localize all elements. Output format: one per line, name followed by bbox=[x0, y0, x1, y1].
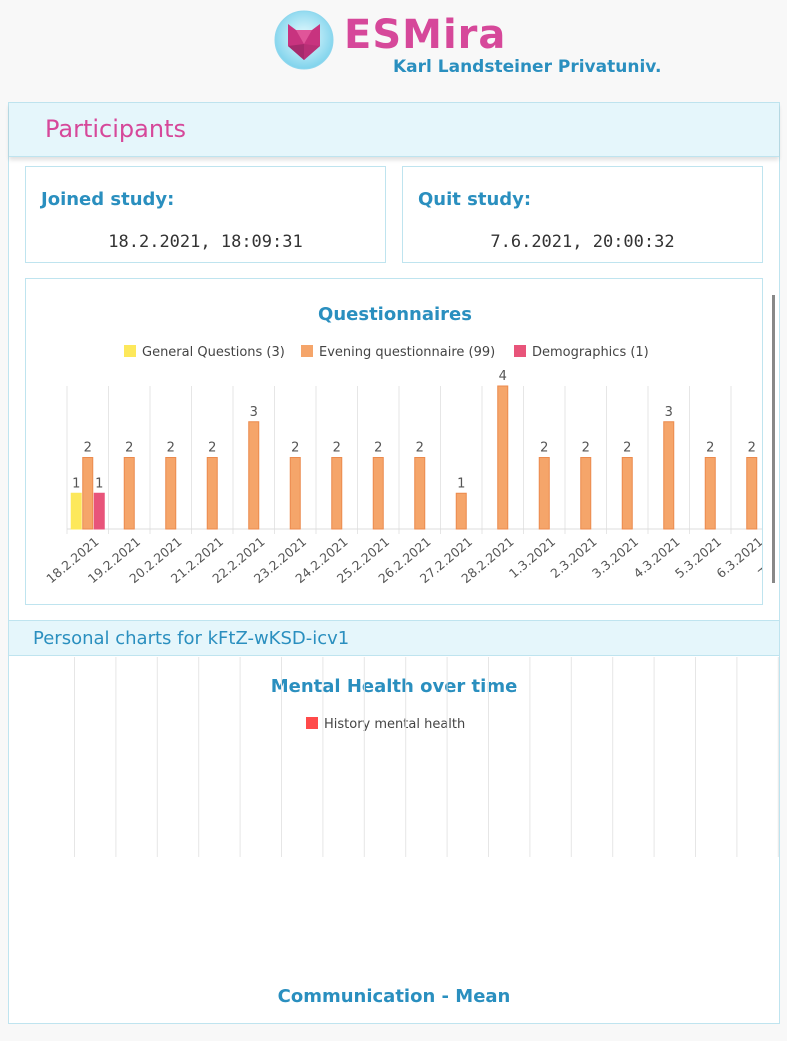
bar-value-label: 2 bbox=[374, 441, 382, 456]
chart-title: Questionnaires bbox=[318, 304, 472, 325]
bar-value-label: 2 bbox=[540, 441, 548, 456]
quit-study-value: 7.6.2021, 20:00:32 bbox=[490, 232, 675, 252]
legend-swatch bbox=[301, 345, 313, 357]
legend-label: Evening questionnaire (99) bbox=[319, 345, 495, 360]
esmira-logo-icon bbox=[274, 10, 334, 70]
mental-health-chart: Mental Health over time History mental he… bbox=[74, 657, 779, 857]
institution-name: Karl Landsteiner Privatuniv. bbox=[393, 57, 662, 77]
bar bbox=[455, 492, 467, 530]
chart-title: Mental Health over time bbox=[271, 676, 518, 697]
questionnaires-chart: Questionnaires General Questions (3) Eveni… bbox=[43, 304, 763, 586]
bar-value-label: 2 bbox=[582, 441, 590, 456]
personal-charts-bar: Personal charts for kFtZ-wKSD-icv1 bbox=[9, 620, 779, 656]
questionnaires-chart-box: Questionnaires General Questions (3) Eveni… bbox=[25, 278, 763, 605]
bar bbox=[248, 421, 260, 530]
bar-value-label: 2 bbox=[623, 441, 631, 456]
communication-chart-title: Communication - Mean bbox=[277, 986, 511, 1007]
chart-scrollbar[interactable] bbox=[772, 295, 775, 583]
bar-value-label: 4 bbox=[499, 369, 507, 384]
bar bbox=[372, 457, 384, 530]
quit-study-label: Quit study: bbox=[418, 189, 532, 210]
panel-title-bar: Participants bbox=[9, 103, 779, 157]
app-header: ESMira Karl Landsteiner Privatuniv. bbox=[0, 0, 787, 100]
legend-swatch bbox=[306, 717, 318, 729]
bar bbox=[70, 492, 82, 530]
legend-label: Demographics (1) bbox=[532, 345, 649, 360]
bar-value-label: 3 bbox=[250, 405, 258, 420]
bar-value-label: 2 bbox=[125, 441, 133, 456]
bar bbox=[82, 457, 94, 530]
bar bbox=[414, 457, 426, 530]
legend-label: History mental health bbox=[324, 717, 465, 732]
x-tick-label: 6.3.2021 bbox=[713, 534, 763, 581]
bar bbox=[497, 385, 509, 530]
personal-charts-title: Personal charts for kFtZ-wKSD-icv1 bbox=[33, 628, 350, 649]
bar bbox=[746, 457, 758, 530]
bar-value-label: 3 bbox=[665, 405, 673, 420]
bar bbox=[206, 457, 218, 530]
page-title: Participants bbox=[45, 115, 186, 143]
bar bbox=[165, 457, 177, 530]
bar-value-label: 2 bbox=[84, 441, 92, 456]
bar-value-label: 2 bbox=[706, 441, 714, 456]
quit-study-box: Quit study: 7.6.2021, 20:00:32 bbox=[402, 166, 763, 263]
bar bbox=[538, 457, 550, 530]
joined-study-box: Joined study: 18.2.2021, 18:09:31 bbox=[25, 166, 386, 263]
bar bbox=[663, 421, 675, 530]
bar bbox=[331, 457, 343, 530]
participant-panel: Participants Joined study: 18.2.2021, 18… bbox=[8, 102, 780, 1024]
joined-study-label: Joined study: bbox=[41, 189, 175, 210]
brand-name: ESMira bbox=[344, 12, 507, 58]
legend-swatch bbox=[124, 345, 136, 357]
bar-value-label: 2 bbox=[167, 441, 175, 456]
bar-value-label: 2 bbox=[416, 441, 424, 456]
bar bbox=[289, 457, 301, 530]
bar bbox=[580, 457, 592, 530]
bar-value-label: 1 bbox=[95, 476, 103, 491]
bar bbox=[704, 457, 716, 530]
bar-value-label: 2 bbox=[291, 441, 299, 456]
bar-value-label: 2 bbox=[333, 441, 341, 456]
bar-value-label: 2 bbox=[208, 441, 216, 456]
legend-label: General Questions (3) bbox=[142, 345, 285, 360]
bar bbox=[123, 457, 135, 530]
bar-value-label: 1 bbox=[457, 476, 465, 491]
joined-study-value: 18.2.2021, 18:09:31 bbox=[108, 232, 303, 252]
bar bbox=[93, 492, 105, 530]
bar bbox=[621, 457, 633, 530]
bar-value-label: 2 bbox=[748, 441, 756, 456]
bar-value-label: 1 bbox=[72, 476, 80, 491]
legend-swatch bbox=[514, 345, 526, 357]
